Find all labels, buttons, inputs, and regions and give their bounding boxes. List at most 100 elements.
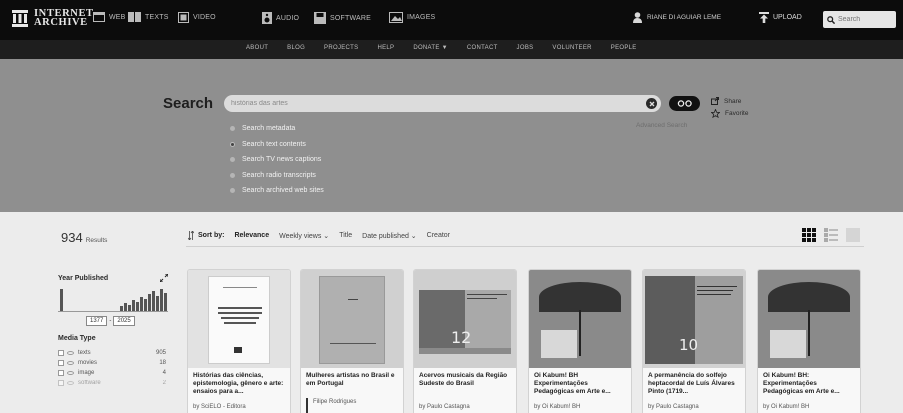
histogram-bar [124, 303, 127, 311]
favorite-label: Favorite [725, 109, 749, 117]
list-compact-view-icon[interactable] [846, 228, 860, 242]
nav-projects[interactable]: PROJECTS [324, 45, 358, 51]
nav-volunteer[interactable]: VOLUNTEER [552, 45, 591, 51]
cover-photo [758, 270, 860, 368]
result-title[interactable]: Oi Kabum! BH: Experimentações Pedagógica… [763, 372, 857, 396]
clear-search-button[interactable] [646, 98, 657, 109]
result-thumbnail[interactable] [758, 270, 860, 368]
expand-icon[interactable] [160, 274, 168, 282]
eye-icon[interactable] [67, 361, 74, 365]
result-card[interactable]: Oi Kabum! BH: Experimentações Pedagógica… [757, 269, 861, 413]
histogram-bar [60, 289, 63, 311]
facet-row-movies[interactable]: movies 18 [58, 358, 170, 368]
option-label: Search archived web sites [242, 187, 324, 195]
umbrella-shape [768, 282, 850, 312]
result-thumbnail[interactable] [529, 270, 631, 368]
sort-weekly-views[interactable]: Weekly views ⌄ [279, 232, 329, 240]
facet-count: 905 [155, 350, 166, 356]
result-thumbnail[interactable] [188, 270, 290, 368]
facet-row-image[interactable]: image 4 [58, 368, 170, 378]
option-search-tv-captions[interactable]: Search TV news captions [230, 152, 324, 168]
facet-row-software[interactable]: software 2 [58, 378, 170, 388]
top-search-box[interactable] [823, 11, 896, 28]
result-title[interactable]: Histórias das ciências, epistemologia, g… [193, 372, 287, 396]
facet-checkbox[interactable] [58, 370, 64, 376]
nav-web[interactable]: WEB [93, 12, 126, 22]
user-name: RIANE DI AGUIAR LEME [647, 14, 722, 21]
facet-checkbox[interactable] [58, 360, 64, 366]
nav-video[interactable]: VIDEO [178, 12, 216, 23]
nav-audio[interactable]: AUDIO [262, 12, 299, 24]
main-search-input[interactable] [231, 100, 631, 107]
facet-checkbox[interactable] [58, 380, 64, 386]
eye-icon[interactable] [67, 351, 74, 355]
nav-software-label: SOFTWARE [330, 14, 372, 22]
sort-title[interactable]: Title [339, 232, 352, 239]
sort-relevance[interactable]: Relevance [234, 232, 269, 239]
go-button[interactable] [669, 96, 700, 111]
option-search-archived-web[interactable]: Search archived web sites [230, 183, 324, 199]
nav-people[interactable]: PEOPLE [611, 45, 637, 51]
sort-creator[interactable]: Creator [427, 232, 450, 239]
option-search-metadata[interactable]: Search metadata [230, 121, 324, 137]
nav-blog[interactable]: BLOG [287, 45, 305, 51]
sort-date-published[interactable]: Date published ⌄ [362, 232, 417, 240]
year-from-input[interactable]: 1377 [86, 316, 108, 326]
result-thumbnail[interactable]: 10 [643, 270, 745, 368]
result-card[interactable]: 12 Acervos musicais da Região Sudeste do… [413, 269, 517, 413]
result-title[interactable]: Acervos musicais da Região Sudeste do Br… [419, 372, 513, 388]
internet-archive-logo[interactable]: INTERNET ARCHIVE [12, 8, 94, 28]
nav-images[interactable]: IMAGES [389, 12, 435, 23]
radio-button[interactable] [230, 157, 235, 163]
eye-icon[interactable] [67, 381, 74, 385]
nav-about[interactable]: ABOUT [246, 45, 268, 51]
year-histogram[interactable] [58, 288, 168, 312]
facet-row-texts[interactable]: texts 905 [58, 348, 170, 358]
year-to-input[interactable]: 2025 [113, 316, 135, 326]
results-count-label: Results [85, 237, 108, 244]
result-card[interactable]: Oi Kabum! BH Experimentações Pedagógicas… [528, 269, 632, 413]
result-card[interactable]: 10 A permanência do solfejo heptacordal … [642, 269, 746, 413]
secondary-nav: ABOUT BLOG PROJECTS HELP DONATE ▼ CONTAC… [0, 40, 903, 59]
nav-texts[interactable]: TEXTS [128, 12, 169, 22]
result-card[interactable]: Histórias das ciências, epistemologia, g… [187, 269, 291, 413]
top-search-input[interactable] [838, 16, 892, 23]
radio-button[interactable] [230, 172, 235, 178]
result-thumbnail[interactable] [301, 270, 403, 368]
favorite-link[interactable]: Favorite [711, 107, 748, 119]
nav-jobs[interactable]: JOBS [517, 45, 534, 51]
eye-icon[interactable] [67, 371, 74, 375]
close-icon [649, 101, 654, 106]
radio-button[interactable] [230, 126, 235, 132]
result-title[interactable]: Oi Kabum! BH Experimentações Pedagógicas… [534, 372, 628, 396]
result-author: Filipe Rodrigues [313, 399, 357, 405]
main-search-box[interactable] [224, 95, 661, 112]
radio-button[interactable] [230, 188, 235, 194]
user-menu[interactable]: RIANE DI AGUIAR LEME [633, 12, 721, 23]
option-search-radio-transcripts[interactable]: Search radio transcripts [230, 168, 324, 184]
nav-donate[interactable]: DONATE ▼ [413, 45, 448, 51]
upload-link[interactable]: UPLOAD [759, 12, 802, 23]
result-card[interactable]: Mulheres artistas no Brasil e em Portuga… [300, 269, 404, 413]
nav-software[interactable]: SOFTWARE [314, 12, 371, 24]
radio-button-selected[interactable] [230, 141, 235, 147]
nav-help[interactable]: HELP [377, 45, 394, 51]
option-label: Search TV news captions [242, 156, 322, 164]
grid-view-icon[interactable] [802, 228, 816, 242]
share-link[interactable]: Share [711, 95, 748, 107]
option-search-text-contents[interactable]: Search text contents [230, 137, 324, 153]
result-title[interactable]: Mulheres artistas no Brasil e em Portuga… [306, 372, 400, 388]
histogram-bar [152, 291, 155, 311]
result-thumbnail[interactable]: 12 [414, 270, 516, 368]
list-detail-view-icon[interactable] [824, 228, 838, 242]
advanced-search-link[interactable]: Advanced Search [636, 122, 687, 129]
results-count-number: 934 [61, 230, 83, 245]
nav-contact[interactable]: CONTACT [467, 45, 498, 51]
histogram-bar [148, 294, 151, 311]
result-title[interactable]: A permanência do solfejo heptacordal de … [648, 372, 742, 396]
book-cover: 12 [419, 290, 511, 354]
share-label: Share [724, 97, 742, 105]
umbrella-shape [539, 282, 621, 312]
histogram-bar [132, 300, 135, 311]
facet-checkbox[interactable] [58, 350, 64, 356]
